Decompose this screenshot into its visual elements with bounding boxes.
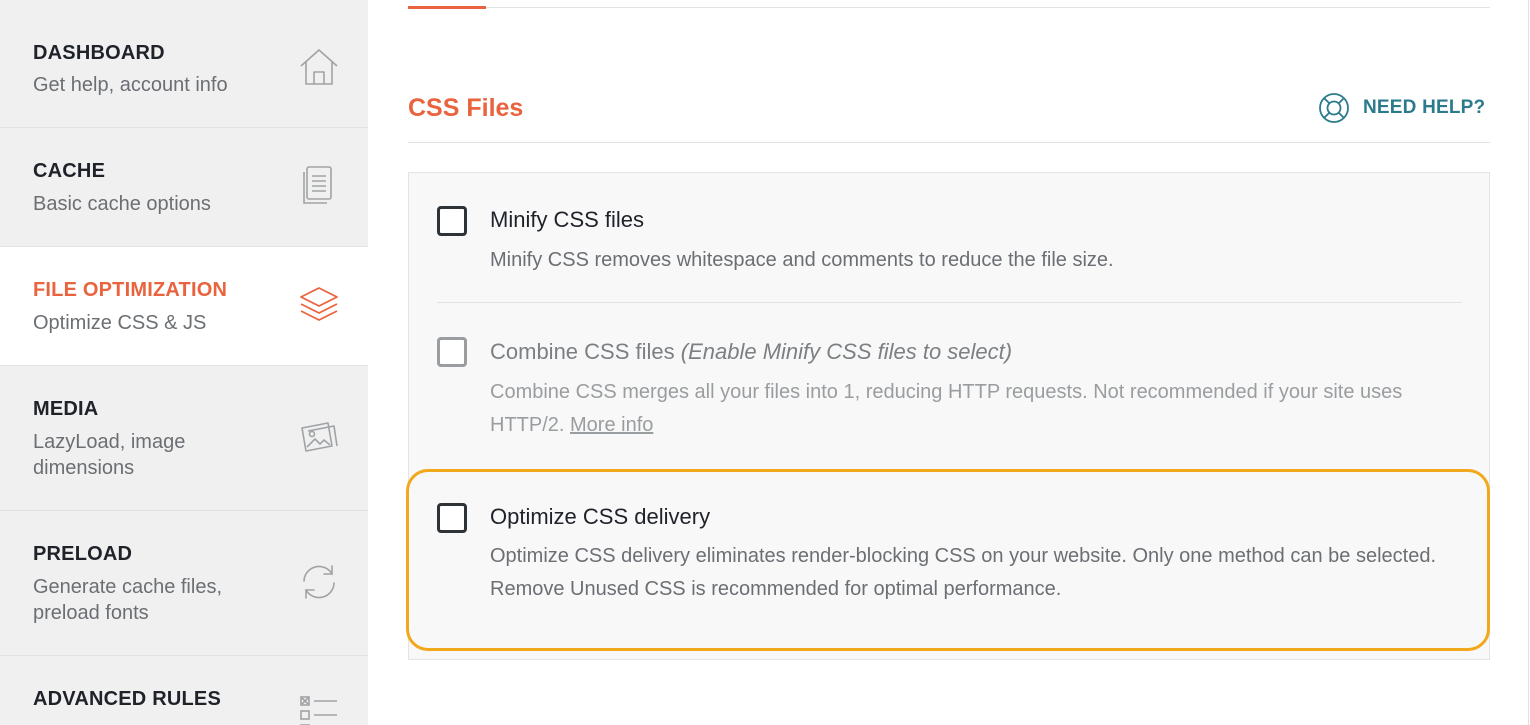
option-minify-css: Minify CSS files Minify CSS removes whit…: [409, 173, 1491, 303]
main-content: CSS Files NEED HELP? Minify CSS files Mi…: [368, 0, 1530, 725]
layers-icon: [298, 284, 340, 326]
section-divider: [408, 142, 1490, 143]
checklist-icon: [298, 694, 340, 725]
optimize-css-delivery-label: Optimize CSS delivery: [490, 504, 711, 529]
option-optimize-css-delivery: Optimize CSS delivery Optimize CSS deliv…: [409, 473, 1491, 653]
sidebar-item-title: ADVANCED RULES: [33, 688, 221, 710]
more-info-link[interactable]: More info: [570, 414, 653, 436]
sidebar-item-preload[interactable]: PRELOAD Generate cache files, preload fo…: [0, 511, 368, 656]
sidebar-item-desc: Optimize CSS & JS: [33, 312, 207, 334]
minify-css-label: Minify CSS files: [490, 207, 645, 232]
sidebar-item-title: DASHBOARD: [33, 42, 165, 64]
section-title: CSS Files: [408, 94, 524, 122]
sidebar-item-title: CACHE: [33, 160, 106, 182]
minify-css-checkbox[interactable]: [437, 206, 467, 236]
combine-css-description: Combine CSS merges all your files into 1…: [490, 376, 1470, 442]
option-combine-css: Combine CSS files (Enable Minify CSS fil…: [409, 303, 1491, 463]
combine-css-checkbox[interactable]: [437, 337, 467, 367]
sidebar-item-cache[interactable]: CACHE Basic cache options: [0, 128, 368, 247]
sidebar-item-file-optimization[interactable]: FILE OPTIMIZATION Optimize CSS & JS: [0, 247, 368, 366]
combine-css-label-text: Combine CSS files: [490, 339, 675, 364]
sidebar-item-desc: Basic cache options: [33, 193, 211, 215]
optimize-css-delivery-description: Optimize CSS delivery eliminates render-…: [490, 545, 1437, 600]
sidebar-item-desc: Generate cache files, preload fonts: [33, 576, 222, 624]
sidebar-item-media[interactable]: MEDIA LazyLoad, image dimensions: [0, 366, 368, 511]
combine-css-label-note: (Enable Minify CSS files to select): [680, 339, 1013, 364]
sidebar-item-advanced-rules[interactable]: ADVANCED RULES: [0, 656, 368, 725]
css-options-panel: Minify CSS files Minify CSS removes whit…: [408, 172, 1490, 660]
sidebar-item-title: PRELOAD: [33, 543, 133, 565]
home-icon: [298, 46, 340, 88]
lifebuoy-icon: [1318, 92, 1350, 124]
sidebar-item-desc: Get help, account info: [33, 74, 228, 96]
refresh-icon: [298, 561, 340, 603]
tab-bar-divider: [408, 7, 1490, 8]
content-edge-divider: [1528, 0, 1529, 725]
document-icon: [298, 164, 340, 206]
minify-css-description: Minify CSS removes whitespace and commen…: [490, 249, 1114, 271]
combine-css-label: Combine CSS files (Enable Minify CSS fil…: [490, 339, 1012, 365]
sidebar-item-desc: LazyLoad, image dimensions: [33, 431, 186, 479]
active-tab-indicator: [408, 6, 486, 9]
need-help-button[interactable]: NEED HELP?: [1318, 90, 1485, 126]
sidebar-item-title: MEDIA: [33, 398, 99, 420]
images-icon: [298, 416, 340, 458]
need-help-label: NEED HELP?: [1363, 97, 1486, 118]
optimize-css-delivery-checkbox[interactable]: [437, 503, 467, 533]
sidebar-item-dashboard[interactable]: DASHBOARD Get help, account info: [0, 0, 368, 128]
sidebar: DASHBOARD Get help, account info CACHE B…: [0, 0, 368, 725]
sidebar-item-title: FILE OPTIMIZATION: [33, 279, 228, 301]
